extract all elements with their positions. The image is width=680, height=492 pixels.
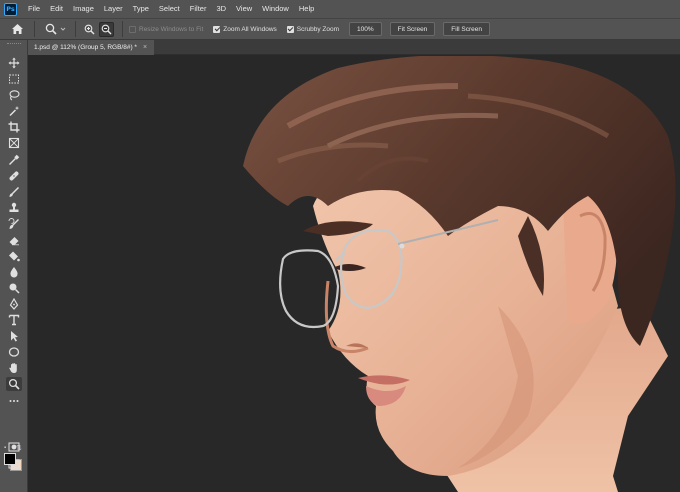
menu-view[interactable]: View xyxy=(231,0,257,18)
zoom-icon xyxy=(8,378,20,390)
eyedropper-tool[interactable] xyxy=(6,153,22,167)
brush-icon xyxy=(9,186,20,197)
zoom-in-button[interactable] xyxy=(82,22,97,37)
menu-image[interactable]: Image xyxy=(68,0,99,18)
quick-mask-icon xyxy=(8,442,20,452)
resize-windows-checkbox[interactable]: Resize Windows to Fit xyxy=(129,25,204,33)
eraser-icon xyxy=(9,237,19,246)
edit-toolbar-button[interactable] xyxy=(6,394,22,408)
zoom-out-button[interactable] xyxy=(99,21,114,37)
menu-layer[interactable]: Layer xyxy=(99,0,128,18)
eraser-tool[interactable] xyxy=(6,233,22,247)
resize-windows-label: Resize Windows to Fit xyxy=(139,25,204,33)
foreground-color-swatch[interactable] xyxy=(4,453,16,465)
zoom-out-icon xyxy=(101,24,112,34)
ellipse-icon xyxy=(8,347,20,357)
menu-edit[interactable]: Edit xyxy=(45,0,68,18)
hand-tool[interactable] xyxy=(6,361,22,375)
menu-3d[interactable]: 3D xyxy=(211,0,231,18)
quick-selection-icon xyxy=(9,106,20,117)
document-canvas[interactable] xyxy=(28,56,680,492)
marquee-tool[interactable] xyxy=(6,72,22,86)
more-icon xyxy=(9,400,19,402)
divider xyxy=(122,21,123,37)
divider xyxy=(34,21,35,37)
hand-icon xyxy=(9,363,17,373)
crop-tool[interactable] xyxy=(6,120,22,134)
frame-icon xyxy=(8,137,20,149)
home-icon xyxy=(11,24,23,34)
divider xyxy=(75,21,76,37)
options-bar: Resize Windows to Fit Zoom All Windows S… xyxy=(0,18,680,40)
blur-tool[interactable] xyxy=(6,265,22,279)
frame-tool[interactable] xyxy=(6,136,22,150)
home-button[interactable] xyxy=(6,20,28,38)
healing-brush-tool[interactable] xyxy=(6,169,22,183)
zoom-in-icon xyxy=(84,24,95,34)
marquee-icon xyxy=(9,74,19,84)
type-icon xyxy=(8,314,20,326)
move-icon xyxy=(8,57,20,69)
checkbox-box xyxy=(213,25,221,33)
history-brush-icon xyxy=(8,218,19,229)
ellipse-tool[interactable] xyxy=(6,345,22,359)
menu-type[interactable]: Type xyxy=(128,0,154,18)
scrubby-zoom-label: Scrubby Zoom xyxy=(296,25,340,33)
menu-select[interactable]: Select xyxy=(154,0,185,18)
portrait-artwork xyxy=(243,56,676,492)
photoshop-logo-icon[interactable]: Ps xyxy=(4,2,17,16)
menu-window[interactable]: Window xyxy=(257,0,294,18)
history-brush-tool[interactable] xyxy=(6,217,22,231)
arrow-pointer-icon xyxy=(11,331,18,342)
zoom-all-windows-label: Zoom All Windows xyxy=(223,25,277,33)
crop-icon xyxy=(8,121,20,133)
eyedropper-icon xyxy=(9,154,20,165)
panel-grip[interactable] xyxy=(0,40,27,48)
chevron-down-icon xyxy=(60,27,65,31)
dodge-tool[interactable] xyxy=(6,281,22,295)
quick-mask-button[interactable] xyxy=(6,440,22,454)
quick-selection-tool[interactable] xyxy=(6,104,22,118)
document-tab[interactable]: 1.psd @ 112% (Group 5, RGB/8#) * × xyxy=(28,40,154,55)
stamp-icon xyxy=(9,202,19,212)
tools-panel: ▪ ⇅ xyxy=(0,40,28,492)
checkbox-box xyxy=(129,25,136,33)
menu-bar: Ps File Edit Image Layer Type Select Fil… xyxy=(0,0,680,18)
zoom-tool[interactable] xyxy=(6,377,22,391)
pen-icon xyxy=(9,298,19,310)
document-tab-title: 1.psd @ 112% (Group 5, RGB/8#) * xyxy=(34,44,137,51)
menu-help[interactable]: Help xyxy=(294,0,319,18)
pen-tool[interactable] xyxy=(6,297,22,311)
path-selection-tool[interactable] xyxy=(6,329,22,343)
move-tool[interactable] xyxy=(6,56,22,70)
document-tab-bar: 1.psd @ 112% (Group 5, RGB/8#) * × xyxy=(28,40,680,55)
zoom-icon xyxy=(45,23,57,35)
clone-stamp-tool[interactable] xyxy=(6,201,22,215)
fill-screen-button[interactable]: Fill Screen xyxy=(443,22,491,36)
dodge-icon xyxy=(9,283,20,294)
tool-preset-picker[interactable] xyxy=(41,21,69,37)
brush-tool[interactable] xyxy=(6,185,22,199)
checkbox-box xyxy=(286,25,294,33)
scrubby-zoom-checkbox[interactable]: Scrubby Zoom xyxy=(286,25,340,33)
menu-file[interactable]: File xyxy=(23,0,45,18)
lasso-icon xyxy=(9,90,20,101)
bandage-icon xyxy=(9,171,19,181)
drop-icon xyxy=(10,267,18,278)
paint-bucket-icon xyxy=(9,251,20,262)
close-icon[interactable]: × xyxy=(143,44,147,51)
zoom-100-button[interactable]: 100% xyxy=(349,22,382,36)
lasso-tool[interactable] xyxy=(6,88,22,102)
type-tool[interactable] xyxy=(6,313,22,327)
menu-filter[interactable]: Filter xyxy=(185,0,212,18)
paint-bucket-tool[interactable] xyxy=(6,249,22,263)
zoom-all-windows-checkbox[interactable]: Zoom All Windows xyxy=(213,25,277,33)
fit-screen-button[interactable]: Fit Screen xyxy=(389,22,436,36)
